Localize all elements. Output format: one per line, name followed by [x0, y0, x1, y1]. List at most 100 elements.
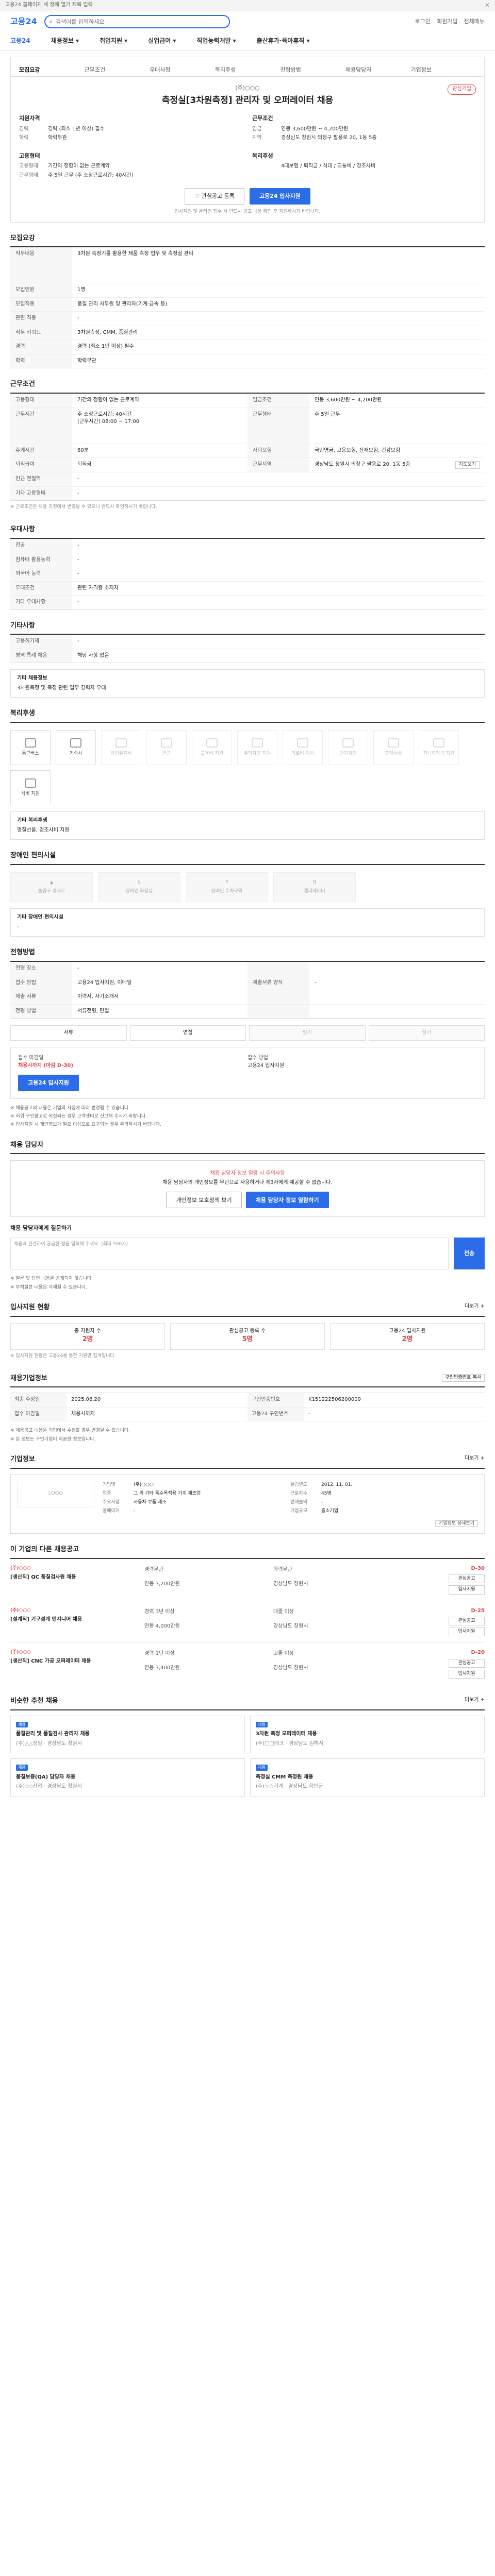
tab-recruit[interactable]: 모집요강	[19, 66, 85, 74]
table-row: 경력 경력 (최소 1년 이상) 필수	[10, 340, 485, 354]
stats-more-link[interactable]: 더보기 +	[465, 1303, 485, 1311]
tab-prefer[interactable]: 우대사항	[150, 66, 215, 74]
reco-more-link[interactable]: 더보기 +	[465, 1697, 485, 1704]
parking-icon: P	[225, 880, 228, 886]
header-links: 로그인 회원가입 전체메뉴	[415, 18, 485, 26]
section-title: 입사지원 현황 더보기 +	[10, 1303, 485, 1317]
login-link[interactable]: 로그인	[415, 18, 431, 26]
copy-id-button[interactable]: 구인인증번호 복사	[441, 1374, 485, 1382]
summary-key: 임금	[252, 126, 262, 132]
ramp-icon: ▲	[50, 880, 54, 886]
search-box[interactable]: ⌕	[44, 15, 230, 28]
tab-process[interactable]: 전형방법	[280, 66, 345, 74]
chevron-down-icon: ▾	[306, 37, 310, 44]
tab-welfare[interactable]: 복리후생	[215, 66, 280, 74]
scrap-button[interactable]: 관심공고	[449, 1617, 485, 1626]
stats-cards: 총 지원자 수 2명 관심공고 등록 수 5명 고용24 입사지원 2명	[10, 1323, 485, 1350]
table-row: 관련 직종 -	[10, 312, 485, 326]
corp-info: 기업명 (주)○○○ 설립년도 2012. 11. 01. 업종 그 외 기타 특수목적…	[103, 1482, 353, 1514]
table-row: 직무 키워드 3차원측정, CMM, 품질관리	[10, 326, 485, 341]
benefit-medical: 의료비 지원	[283, 730, 323, 766]
summary-qualification: 지원자격 경력 경력 (최소 1년 이상) 필수 학력 학력무관	[19, 114, 243, 143]
tab-contact[interactable]: 채용담당자	[345, 66, 411, 74]
apply-button[interactable]: 입사지원	[449, 1669, 485, 1679]
table-row: 학력 학력무관	[10, 354, 485, 368]
work-table: 고용형태 기간의 정함이 없는 근로계약 임금조건 연봉 3,600만원 ~ 4,20…	[10, 394, 485, 501]
view-contact-button[interactable]: 채용 담당자 정보 열람하기	[245, 1192, 329, 1209]
reco-card[interactable]: 채용 3차원 측정 오퍼레이터 채용 (주)□□테크 · 경상남도 김해시	[250, 1715, 485, 1754]
summary-value: 경력 (최소 1년 이상) 필수	[48, 126, 105, 132]
table-row: 휴게시간 60분 사회보험 국민연금, 고용보험, 산재보험, 건강보험	[10, 444, 485, 459]
favorite-company-button[interactable]: 관심기업	[448, 84, 476, 95]
signup-link[interactable]: 회원가입	[437, 18, 457, 26]
nav-brand[interactable]: 고용24	[10, 37, 30, 45]
site-logo[interactable]: 고용24	[10, 15, 37, 27]
summary-key: 근무형태	[19, 172, 38, 178]
apply-button[interactable]: 입사지원	[449, 1585, 485, 1595]
elevator-icon: ⇅	[312, 880, 317, 886]
dday-badge: D-30	[471, 1565, 485, 1571]
prefer-table: 전공 - 컴퓨터 활용능력 - 외국어 능력 - 우대조건 관련 자격증 소지자 기타 …	[10, 539, 485, 610]
tab-corp[interactable]: 기업정보	[410, 66, 476, 74]
table-row: 모집직종 품질 관리 사무원 및 관리자(기계·금속 등)	[10, 297, 485, 312]
corp-detail-button[interactable]: 기업정보 상세보기	[435, 1520, 478, 1527]
scrap-button[interactable]: 관심공고	[449, 1574, 485, 1584]
company-name[interactable]: (주)○○○	[19, 84, 476, 92]
elevator-item: ⇅ 엘리베이터	[273, 872, 356, 903]
all-menu-link[interactable]: 전체메뉴	[464, 18, 485, 26]
search-input[interactable]	[55, 18, 225, 25]
send-button[interactable]: 전송	[454, 1238, 485, 1270]
book-icon	[206, 738, 218, 748]
summary-value: 연봉 3,600만원 ~ 4,200만원	[281, 126, 349, 132]
table-row: 모집인원 1명	[10, 283, 485, 298]
scrap-button[interactable]: ♡ 관심공고 등록	[185, 188, 244, 205]
section-title: 채용기업정보 구인인증번호 복사	[10, 1374, 485, 1388]
tab-work[interactable]: 근무조건	[85, 66, 150, 74]
dday-badge: D-20	[471, 1650, 485, 1656]
method-value: 고용24 입사지원	[248, 1062, 285, 1069]
nav-item-support[interactable]: 취업지원 ▾	[100, 37, 127, 45]
question-textarea[interactable]: 채용과 관련하여 궁금한 점을 입력해 주세요. (최대 500자)	[10, 1238, 449, 1270]
summary-heading: 고용형태	[19, 152, 40, 159]
contact-box: 채용 담당자 정보 열람 시 주의사항 채용 담당자의 개인정보를 무단으로 사…	[10, 1160, 485, 1217]
table-row: 접수 방법 고용24 입사지원, 이메일 제출서류 양식 -	[10, 976, 485, 990]
stat-scraps: 관심공고 등록 수 5명	[170, 1323, 325, 1350]
tree-icon	[388, 738, 399, 748]
other-jobs-section: 이 기업의 다른 채용공고 (주)○○○ [생산직] QC 품질검사원 채용 경력…	[10, 1545, 485, 1685]
table-row: 전형 장소 -	[10, 962, 485, 976]
map-button[interactable]: 지도보기	[455, 461, 480, 469]
list-item[interactable]: (주)○○○ [생산직] CNC 가공 오퍼레이터 채용 경력 1년 이상 고졸 이…	[10, 1643, 485, 1685]
table-row: 직무내용 3차원 측정기를 활용한 제품 측정 업무 및 측정실 관리	[10, 247, 485, 284]
recruit-section: 모집요강 직무내용 3차원 측정기를 활용한 제품 측정 업무 및 측정실 관리 …	[10, 234, 485, 369]
work-note: ※ 근로조건은 채용 과정에서 변경될 수 있으니 반드시 확인하시기 바랍니다…	[10, 504, 157, 510]
scrap-button[interactable]: 관심공고	[449, 1658, 485, 1668]
reco-card[interactable]: 채용 측정실 CMM 측정원 채용 (주)☆☆기계 · 경상남도 함안군	[250, 1758, 485, 1797]
corp-more-link[interactable]: 더보기 +	[465, 1455, 485, 1463]
step-document: 서류	[10, 1025, 127, 1041]
list-item[interactable]: (주)○○○ [생산직] QC 품질검사원 채용 경력무관 학력무관 연봉 3,200…	[10, 1559, 485, 1601]
reco-card[interactable]: 채용 품질관리 및 품질검사 관리자 채용 (주)△△정밀 · 경상남도 창원시	[10, 1715, 245, 1754]
top-notice-bar: 고용24 홈페이지 새 창에 열기 제목 입력 ✕	[0, 0, 495, 11]
close-icon[interactable]: ✕	[485, 1, 490, 10]
nav-item-jobs[interactable]: 채용정보 ▾	[51, 37, 79, 45]
summary-value: 경상남도 창원시 의창구 팔용로 20, 1동 5층	[281, 135, 377, 141]
apply-button-2[interactable]: 고용24 입사지원	[18, 1075, 79, 1091]
nav-item-leave[interactable]: 출산휴가·육아휴직 ▾	[257, 37, 310, 45]
medical-icon	[297, 738, 308, 748]
summary-value: 기간의 정함이 없는 근로계약	[48, 163, 110, 170]
reco-card[interactable]: 채용 품질보증(QA) 담당자 채용 (주)◇◇산업 · 경상남도 창원시	[10, 1758, 245, 1797]
apply-button[interactable]: 고용24 입사지원	[249, 188, 310, 205]
chevron-down-icon: ▾	[173, 37, 176, 44]
summary-value: 주 5일 근무 (주 소정근로시간: 40시간)	[48, 172, 134, 178]
nav-item-training[interactable]: 직업능력개발 ▾	[196, 37, 236, 45]
benefit-car: 차량유지비	[101, 730, 141, 766]
summary-key: 고용형태	[19, 163, 38, 170]
apply-button[interactable]: 입사지원	[449, 1628, 485, 1637]
info-notes: ※ 채용공고 내용을 기업에서 수정할 경우 변경될 수 있습니다. ※ 본 정…	[10, 1428, 130, 1442]
list-item[interactable]: (주)○○○ [설계직] 기구설계 엔지니어 채용 경력 3년 이상 대졸 이상 연봉…	[10, 1601, 485, 1643]
privacy-policy-button[interactable]: 개인정보 보호정책 보기	[166, 1192, 242, 1209]
summary-heading: 근무조건	[252, 114, 273, 122]
apply-notice: 입사지원 및 온라인 접수 시 반드시 공고 내용 확인 후 지원하시기 바랍니…	[174, 209, 321, 215]
ramp-item: ▲ 출입구 경사로	[10, 872, 93, 903]
nav-item-benefit[interactable]: 실업급여 ▾	[148, 37, 176, 45]
